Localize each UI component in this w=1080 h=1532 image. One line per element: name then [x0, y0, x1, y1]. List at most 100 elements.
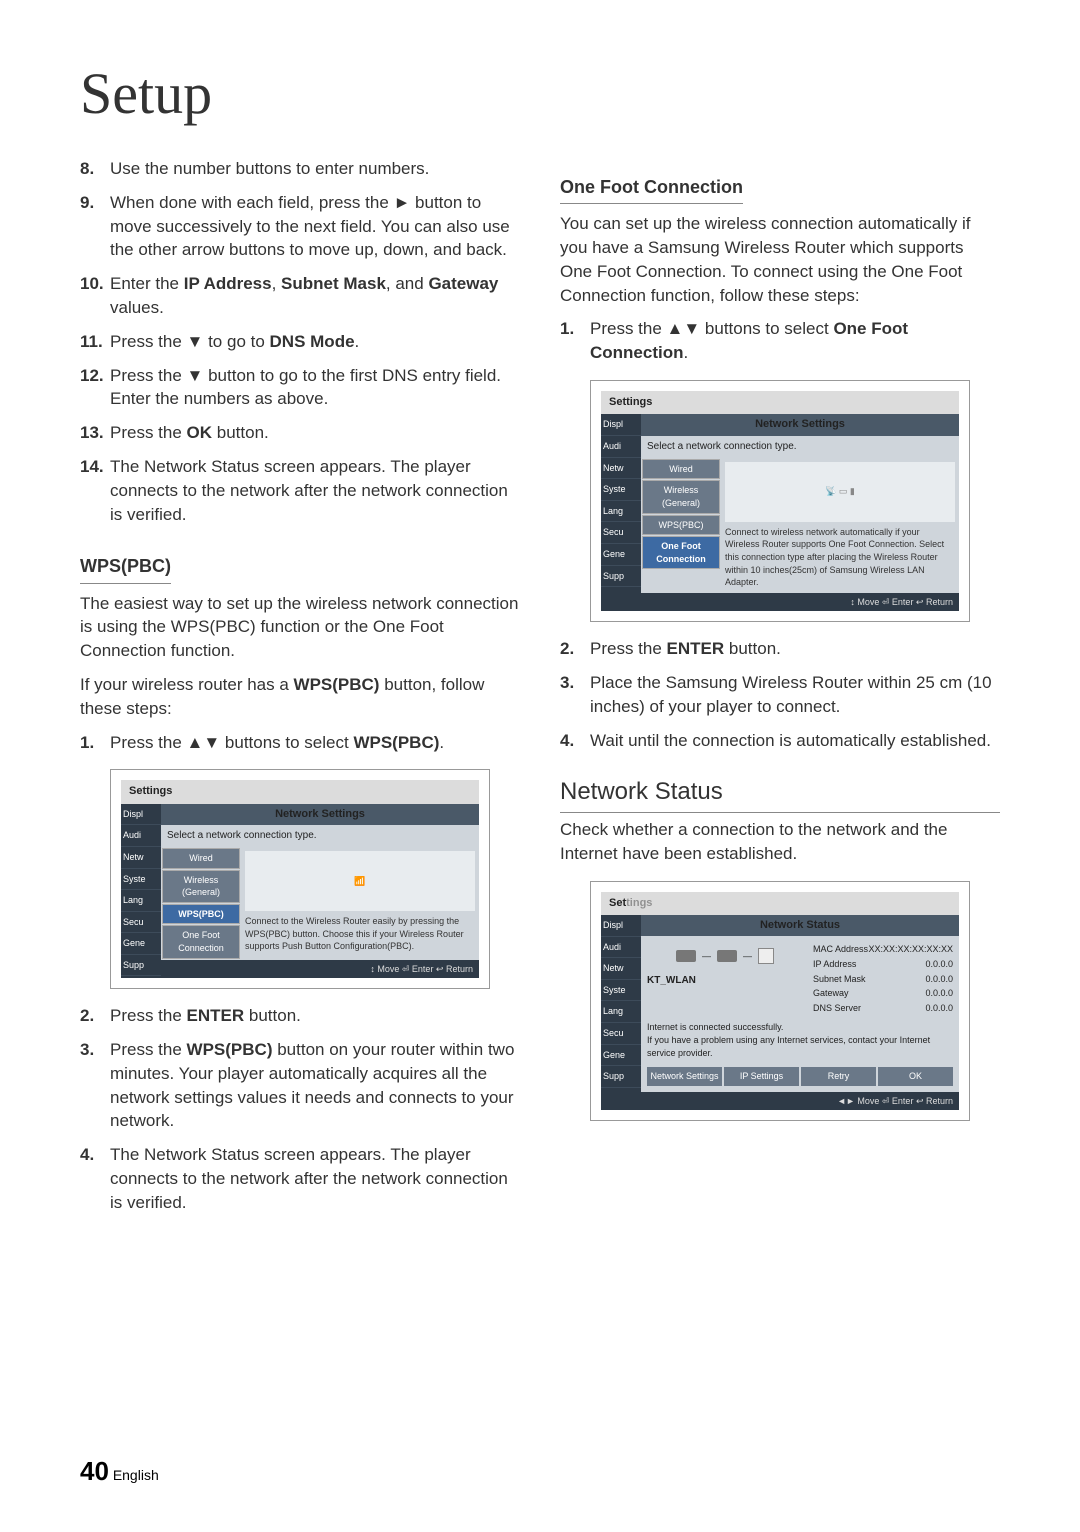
osd-opt-wpspbc: WPS(PBC) — [642, 515, 720, 536]
osd-title: Network Settings — [161, 804, 479, 825]
osd-side-item: Netw — [601, 958, 641, 980]
step-text: Enter the IP Address, Subnet Mask, and G… — [110, 272, 520, 320]
osd-sidebar: Displ Audi Netw Syste Lang Secu Gene Sup… — [601, 915, 641, 1110]
step-text: Press the OK button. — [110, 421, 520, 445]
wps-intro: The easiest way to set up the wireless n… — [80, 592, 520, 663]
status-values: MAC AddressXX:XX:XX:XX:XX:XX IP Address0… — [813, 942, 953, 1015]
status-key: DNS Server — [813, 1002, 861, 1015]
osd-onefoot: Settings Displ Audi Netw Syste Lang Secu… — [590, 380, 970, 622]
step-text: Wait until the connection is automatical… — [590, 729, 1000, 753]
osd-footer: ◄► Move ⏎ Enter ↩ Return — [641, 1092, 959, 1111]
page-number: 40 — [80, 1456, 109, 1486]
steps-onefoot-1: 1.Press the ▲▼ buttons to select One Foo… — [560, 317, 1000, 365]
osd-desc-area: 📡 ▭ ▮ Connect to wireless network automa… — [721, 458, 959, 593]
osd-side-item: Supp — [601, 1066, 641, 1088]
step-text: Press the ▼ button to go to the first DN… — [110, 364, 520, 412]
osd-options: Wired Wireless (General) WPS(PBC) One Fo… — [161, 847, 241, 960]
osd-side-item: Displ — [601, 414, 641, 436]
osd-btn-ipsettings: IP Settings — [724, 1067, 799, 1086]
step-num: 2. — [80, 1004, 110, 1028]
router-icon: 📡 ▭ ▮ — [725, 462, 955, 522]
steps-wps-2: 2.Press the ENTER button. 3.Press the WP… — [80, 1004, 520, 1214]
osd-title: Network Settings — [641, 414, 959, 435]
wifi-ssid: KT_WLAN — [647, 974, 803, 988]
step-num: 2. — [560, 637, 590, 661]
step-num: 13. — [80, 421, 110, 445]
status-key: MAC Address — [813, 943, 868, 956]
osd-side-item: Audi — [601, 436, 641, 458]
step-text: Press the ENTER button. — [590, 637, 1000, 661]
osd-side-item: Gene — [601, 1045, 641, 1067]
step-num: 4. — [560, 729, 590, 753]
step-num: 3. — [560, 671, 590, 719]
status-val: 0.0.0.0 — [925, 973, 953, 986]
network-topology-icon: —— — [647, 942, 803, 970]
status-intro: Check whether a connection to the networ… — [560, 818, 1000, 866]
status-val: 0.0.0.0 — [925, 987, 953, 1000]
osd-sidebar: Displ Audi Netw Syste Lang Secu Gene Sup… — [121, 804, 161, 979]
osd-status: Settings Displ Audi Netw Syste Lang Secu… — [590, 881, 970, 1122]
steps-wps-1: 1.Press the ▲▼ buttons to select WPS(PBC… — [80, 731, 520, 755]
step-num: 9. — [80, 191, 110, 262]
step-num: 1. — [80, 731, 110, 755]
osd-desc-area: 📶 Connect to the Wireless Router easily … — [241, 847, 479, 960]
wifi-icon: 📶 — [245, 851, 475, 911]
step-num: 3. — [80, 1038, 110, 1133]
osd-side-item: Audi — [601, 937, 641, 959]
step-text: Place the Samsung Wireless Router within… — [590, 671, 1000, 719]
osd-side-item: Syste — [601, 479, 641, 501]
two-col-layout: 8.Use the number buttons to enter number… — [80, 157, 1000, 1225]
status-key: Subnet Mask — [813, 973, 866, 986]
step-text: When done with each field, press the ► b… — [110, 191, 520, 262]
subhead-onefoot: One Foot Connection — [560, 175, 743, 204]
osd-side-item: Displ — [121, 804, 161, 826]
osd-status-title: Network Status — [641, 915, 959, 936]
subhead-wps: WPS(PBC) — [80, 554, 171, 583]
osd-opt-onefoot: One Foot Connection — [162, 925, 240, 958]
osd-side-item: Audi — [121, 825, 161, 847]
osd-side-item: Supp — [601, 566, 641, 588]
osd-desc-text: Connect to the Wireless Router easily by… — [245, 915, 475, 953]
step-text: Press the ▲▼ buttons to select One Foot … — [590, 317, 1000, 365]
right-column: One Foot Connection You can set up the w… — [560, 157, 1000, 1225]
wps-lead: If your wireless router has a WPS(PBC) b… — [80, 673, 520, 721]
step-text: The Network Status screen appears. The p… — [110, 455, 520, 526]
osd-side-item: Netw — [601, 458, 641, 480]
osd-prompt: Select a network connection type. — [161, 825, 479, 847]
steps-list-a: 8.Use the number buttons to enter number… — [80, 157, 520, 526]
osd-side-item: Lang — [601, 501, 641, 523]
osd-footer: ↕ Move ⏎ Enter ↩ Return — [161, 960, 479, 979]
osd-side-item: Gene — [121, 933, 161, 955]
osd-opt-wired: Wired — [162, 848, 240, 869]
step-num: 11. — [80, 330, 110, 354]
osd-wps: Settings Displ Audi Netw Syste Lang Secu… — [110, 769, 490, 989]
section-network-status: Network Status — [560, 775, 1000, 814]
osd-desc-text: Connect to wireless network automaticall… — [725, 526, 955, 589]
osd-side-item: Syste — [601, 980, 641, 1002]
osd-opt-wireless: Wireless (General) — [642, 480, 720, 513]
osd-btn-netsettings: Network Settings — [647, 1067, 722, 1086]
status-key: Gateway — [813, 987, 849, 1000]
osd-opt-wireless: Wireless (General) — [162, 870, 240, 903]
status-key: IP Address — [813, 958, 856, 971]
osd-btn-ok: OK — [878, 1067, 953, 1086]
status-msg2: If you have a problem using any Internet… — [647, 1034, 953, 1059]
step-text: Press the ▲▼ buttons to select WPS(PBC). — [110, 731, 520, 755]
osd-opt-wired: Wired — [642, 459, 720, 480]
osd-side-item: Secu — [601, 522, 641, 544]
osd-sidebar: Displ Audi Netw Syste Lang Secu Gene Sup… — [601, 414, 641, 611]
osd-side-item: Displ — [601, 915, 641, 937]
osd-side-item: Netw — [121, 847, 161, 869]
osd-opt-wpspbc: WPS(PBC) — [162, 904, 240, 925]
status-msg1: Internet is connected successfully. — [647, 1021, 953, 1034]
step-num: 10. — [80, 272, 110, 320]
step-num: 1. — [560, 317, 590, 365]
left-column: 8.Use the number buttons to enter number… — [80, 157, 520, 1225]
page-footer: 40 English — [80, 1456, 159, 1487]
osd-side-item: Syste — [121, 869, 161, 891]
osd-settings-label: Settings — [121, 780, 479, 803]
step-num: 14. — [80, 455, 110, 526]
osd-btn-retry: Retry — [801, 1067, 876, 1086]
step-text: The Network Status screen appears. The p… — [110, 1143, 520, 1214]
osd-options: Wired Wireless (General) WPS(PBC) One Fo… — [641, 458, 721, 593]
